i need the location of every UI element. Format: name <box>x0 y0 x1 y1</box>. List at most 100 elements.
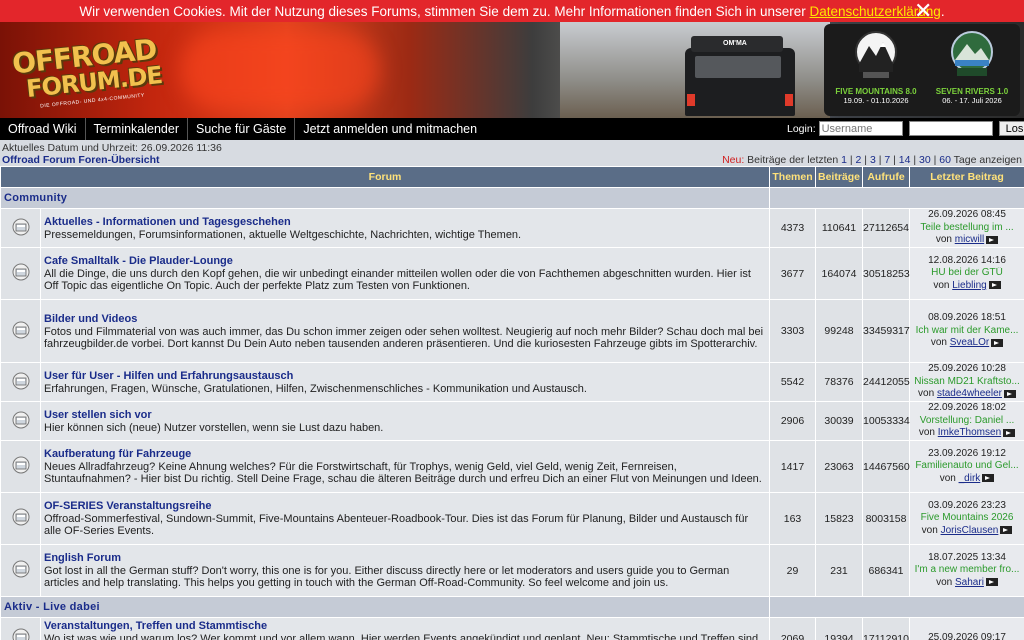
last-post-user[interactable]: ImkeThomsen <box>938 427 1001 438</box>
recent-link-30[interactable]: 30 <box>919 154 931 166</box>
recent-link-7[interactable]: 7 <box>884 154 890 166</box>
jump-to-post-icon[interactable] <box>982 474 995 483</box>
jump-to-post-icon[interactable] <box>985 578 998 587</box>
login-button[interactable]: Los <box>998 121 1024 136</box>
event-name: FIVE MOUNTAINS 8.0 <box>835 87 917 96</box>
forum-title[interactable]: Cafe Smalltalk - Die Plauder-Lounge <box>44 255 766 267</box>
cookie-text: Wir verwenden Cookies. Mit der Nutzung d… <box>79 3 810 19</box>
jump-to-post-icon[interactable] <box>991 338 1004 347</box>
last-post-by: von <box>930 337 950 349</box>
event-badges: FIVE MOUNTAINS 8.0 19.09. - 01.10.2026 S… <box>824 24 1020 116</box>
last-post-title[interactable]: Familienauto und Gel... <box>910 460 1024 473</box>
forum-themen: 163 <box>769 492 817 545</box>
forum-aufrufe: 30518253 <box>862 247 911 300</box>
forum-title[interactable]: Veranstaltungen, Treffen und Stammtische <box>44 620 766 632</box>
category-title[interactable]: Community <box>0 187 771 209</box>
site-banner: OM'MA OFFROAD FORUM.DE DIE OFFROAD- UND … <box>0 22 1024 118</box>
last-post-title[interactable]: Five Mountains 2026 <box>910 512 1024 525</box>
nav-anmelden[interactable]: Jetzt anmelden und mitmachen <box>295 118 485 140</box>
jump-to-post-icon[interactable] <box>1000 526 1013 535</box>
last-post-date: 23.09.2026 19:12 <box>928 447 1006 459</box>
last-post-user[interactable]: SveaLOr <box>950 337 989 348</box>
category-title[interactable]: Aktiv - Live dabei <box>0 596 771 618</box>
forum-themen: 29 <box>769 544 817 597</box>
mountain-badge-icon <box>855 31 897 78</box>
nav-suche[interactable]: Suche für Gäste <box>188 118 296 140</box>
forum-row: Kaufberatung für Fahrzeuge Neues Allradfa… <box>0 440 1024 493</box>
forum-title[interactable]: English Forum <box>44 552 766 564</box>
forum-row: Aktuelles - Informationen und Tagesgesch… <box>0 208 1024 248</box>
last-post-user[interactable]: Liebling <box>952 280 986 291</box>
last-post-title[interactable]: Vorstellung: Daniel ... <box>910 415 1024 428</box>
last-post-title[interactable]: Ich war mit der Kame... <box>910 325 1024 338</box>
folder-read-icon <box>12 321 30 342</box>
last-post-by: von <box>918 427 938 439</box>
current-date: Aktuelles Datum und Uhrzeit: 26.09.2026 … <box>2 142 222 154</box>
event-five-mountains[interactable]: FIVE MOUNTAINS 8.0 19.09. - 01.10.2026 <box>828 26 924 114</box>
last-post-date: 22.09.2026 18:02 <box>928 402 1006 414</box>
truck-image: OM'MA <box>685 36 795 116</box>
last-post-title[interactable]: HU bei der GTÜ <box>910 267 1024 280</box>
cookie-suffix: . <box>940 3 945 19</box>
forum-info: Kaufberatung für Fahrzeuge Neues Allradfa… <box>39 440 771 493</box>
site-logo[interactable]: OFFROAD FORUM.DE DIE OFFROAD- UND 4x4-CO… <box>8 33 173 110</box>
forum-title[interactable]: Bilder und Videos <box>44 313 766 325</box>
recent-link-2[interactable]: 2 <box>856 154 862 166</box>
forum-aufrufe: 8003158 <box>862 492 911 545</box>
category-spacer <box>769 596 1024 618</box>
folder-read-icon <box>12 456 30 477</box>
forum-description: Fotos und Filmmaterial von was auch imme… <box>44 325 764 350</box>
truck-window <box>695 56 781 78</box>
jump-to-post-icon[interactable] <box>1003 428 1016 437</box>
forum-status <box>0 362 41 402</box>
last-post-by: von <box>935 234 955 246</box>
last-post-date: 25.09.2026 10:28 <box>928 363 1006 375</box>
last-post-user[interactable]: JorisClausen <box>941 525 999 536</box>
last-post: 08.09.2026 18:51 Ich war mit der Kame... v… <box>909 299 1024 363</box>
last-post-user[interactable]: micwill <box>955 234 984 245</box>
forum-aufrufe: 10053334 <box>862 401 911 441</box>
forum-title[interactable]: OF-SERIES Veranstaltungsreihe <box>44 500 766 512</box>
forum-status <box>0 247 41 300</box>
recent-link-1[interactable]: 1 <box>841 154 847 166</box>
last-post: 26.09.2026 08:45 Teile bestellung im ... v… <box>909 208 1024 248</box>
forum-beitraege: 15823 <box>815 492 864 545</box>
forum-title[interactable]: Kaufberatung für Fahrzeuge <box>44 448 766 460</box>
username-input[interactable] <box>818 121 903 136</box>
password-input[interactable] <box>908 121 993 136</box>
folder-read-icon <box>12 411 30 432</box>
last-post-user[interactable]: stade4wheeler <box>937 388 1002 399</box>
forum-title[interactable]: Aktuelles - Informationen und Tagesgesch… <box>44 216 766 228</box>
tail-light <box>687 94 695 106</box>
recent-link-3[interactable]: 3 <box>870 154 876 166</box>
last-post-user[interactable]: _dirk <box>959 473 981 484</box>
forum-themen: 1417 <box>769 440 817 493</box>
nav-terminkalender[interactable]: Terminkalender <box>86 118 189 140</box>
nav-offroad-wiki[interactable]: Offroad Wiki <box>0 118 86 140</box>
forum-description: Wo ist was wie und warum los? Wer kommt … <box>44 633 759 640</box>
forum-aufrufe: 17112910 <box>862 617 911 640</box>
last-post-title[interactable]: Teile bestellung im ... <box>910 222 1024 235</box>
event-seven-rivers[interactable]: SEVEN RIVERS 1.0 06. - 17. Juli 2026 <box>924 26 1020 114</box>
forum-title[interactable]: User für User - Hilfen und Erfahrungsaus… <box>44 370 766 382</box>
forum-overview-link[interactable]: Offroad Forum Foren-Übersicht <box>2 154 160 166</box>
jump-to-post-icon[interactable] <box>1003 389 1016 398</box>
forum-row: User stellen sich vor Hier können sich (n… <box>0 401 1024 441</box>
last-post-date: 08.09.2026 18:51 <box>928 312 1006 324</box>
forum-aufrufe: 14467560 <box>862 440 911 493</box>
last-post-user[interactable]: Sahari <box>955 577 984 588</box>
forum-status <box>0 544 41 597</box>
forum-row: English Forum Got lost in all the German … <box>0 544 1024 597</box>
last-post-by: von <box>918 388 937 400</box>
truck-label: OM'MA <box>723 40 747 47</box>
last-post-title[interactable]: Nissan MD21 Kraftsto... <box>910 376 1024 389</box>
close-icon[interactable]: ✕ <box>914 0 932 22</box>
jump-to-post-icon[interactable] <box>986 235 999 244</box>
forum-beitraege: 23063 <box>815 440 864 493</box>
recent-link-60[interactable]: 60 <box>939 154 951 166</box>
forum-title[interactable]: User stellen sich vor <box>44 409 766 421</box>
event-name: SEVEN RIVERS 1.0 <box>935 87 1009 96</box>
recent-link-14[interactable]: 14 <box>899 154 911 166</box>
last-post-title[interactable]: I'm a new member fro... <box>910 564 1024 577</box>
jump-to-post-icon[interactable] <box>988 281 1001 290</box>
